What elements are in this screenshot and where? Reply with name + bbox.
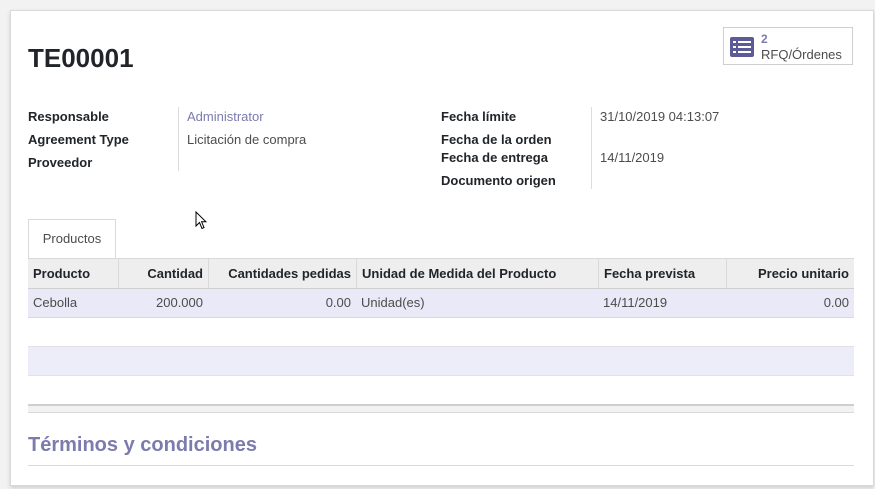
column-header-producto[interactable]: Producto bbox=[28, 259, 118, 288]
table-footer bbox=[28, 404, 854, 413]
mouse-cursor-icon bbox=[195, 211, 207, 230]
agreement-type-value[interactable]: Licitación de compra bbox=[187, 132, 306, 147]
terms-divider bbox=[28, 465, 854, 466]
proveedor-label: Proveedor bbox=[28, 155, 93, 170]
empty-table-row bbox=[28, 318, 854, 347]
cell-producto: Cebolla bbox=[33, 295, 78, 310]
rfq-label: RFQ/Órdenes bbox=[761, 47, 842, 62]
rfq-orders-button[interactable]: 2 RFQ/Órdenes bbox=[723, 27, 853, 65]
table-row[interactable]: Cebolla 200.000 0.00 Unidad(es) 14/11/20… bbox=[28, 289, 854, 318]
documento-origen-label: Documento origen bbox=[441, 173, 556, 188]
cell-precio-unitario: 0.00 bbox=[823, 295, 849, 310]
agreement-type-label: Agreement Type bbox=[28, 132, 129, 147]
cell-cantidad: 200.000 bbox=[156, 295, 203, 310]
record-title: TE00001 bbox=[28, 43, 134, 73]
fecha-orden-label: Fecha de la orden bbox=[441, 132, 552, 147]
cell-fecha-prevista: 14/11/2019 bbox=[603, 295, 668, 310]
cell-unidad-medida: Unidad(es) bbox=[361, 295, 425, 310]
table-header: Producto Cantidad Cantidades pedidas Uni… bbox=[28, 259, 854, 289]
column-header-precio-unitario[interactable]: Precio unitario bbox=[726, 259, 854, 288]
column-header-cantidades-pedidas[interactable]: Cantidades pedidas bbox=[208, 259, 356, 288]
fecha-limite-label: Fecha límite bbox=[441, 109, 517, 124]
tab-productos[interactable]: Productos bbox=[28, 219, 116, 259]
list-icon bbox=[730, 37, 754, 57]
responsable-label: Responsable bbox=[28, 109, 109, 124]
rfq-count: 2 bbox=[761, 32, 768, 46]
fecha-entrega-label: Fecha de entrega bbox=[441, 150, 548, 165]
field-separator bbox=[178, 107, 179, 171]
responsable-value[interactable]: Administrator bbox=[187, 109, 264, 124]
field-separator bbox=[591, 107, 592, 189]
form-sheet: 2 RFQ/Órdenes TE00001 Responsable Agreem… bbox=[10, 10, 874, 486]
fecha-limite-value[interactable]: 31/10/2019 04:13:07 bbox=[600, 109, 719, 124]
column-header-cantidad[interactable]: Cantidad bbox=[118, 259, 208, 288]
column-header-fecha-prevista[interactable]: Fecha prevista bbox=[598, 259, 726, 288]
column-header-unidad-medida[interactable]: Unidad de Medida del Producto bbox=[356, 259, 598, 288]
fecha-entrega-value[interactable]: 14/11/2019 bbox=[600, 150, 664, 165]
empty-table-row bbox=[28, 346, 854, 376]
cell-cantidades-pedidas: 0.00 bbox=[325, 295, 351, 310]
terms-title: Términos y condiciones bbox=[28, 434, 257, 456]
